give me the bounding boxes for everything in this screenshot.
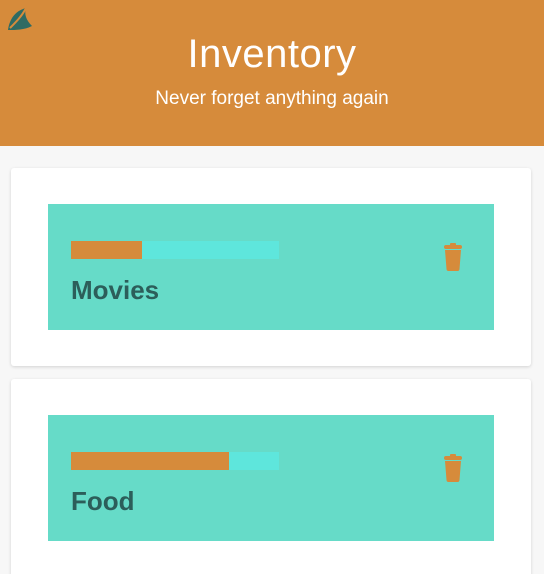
progress-fill	[71, 241, 142, 259]
progress-fill	[71, 452, 230, 470]
progress-bar	[71, 452, 279, 470]
page-title: Inventory	[187, 32, 357, 76]
trash-icon[interactable]	[442, 243, 464, 271]
page-subtitle: Never forget anything again	[155, 88, 389, 109]
trash-icon[interactable]	[442, 454, 464, 482]
category-card: Food	[11, 379, 531, 574]
category-label: Movies	[71, 275, 160, 305]
category-list: Movies Food	[0, 146, 544, 574]
category-item-food[interactable]: Food	[48, 415, 494, 541]
progress-bar	[71, 241, 279, 259]
category-item-movies[interactable]: Movies	[48, 204, 494, 330]
app-header: Inventory Never forget anything again	[0, 0, 544, 146]
category-label: Food	[71, 486, 135, 516]
category-card: Movies	[11, 168, 531, 366]
